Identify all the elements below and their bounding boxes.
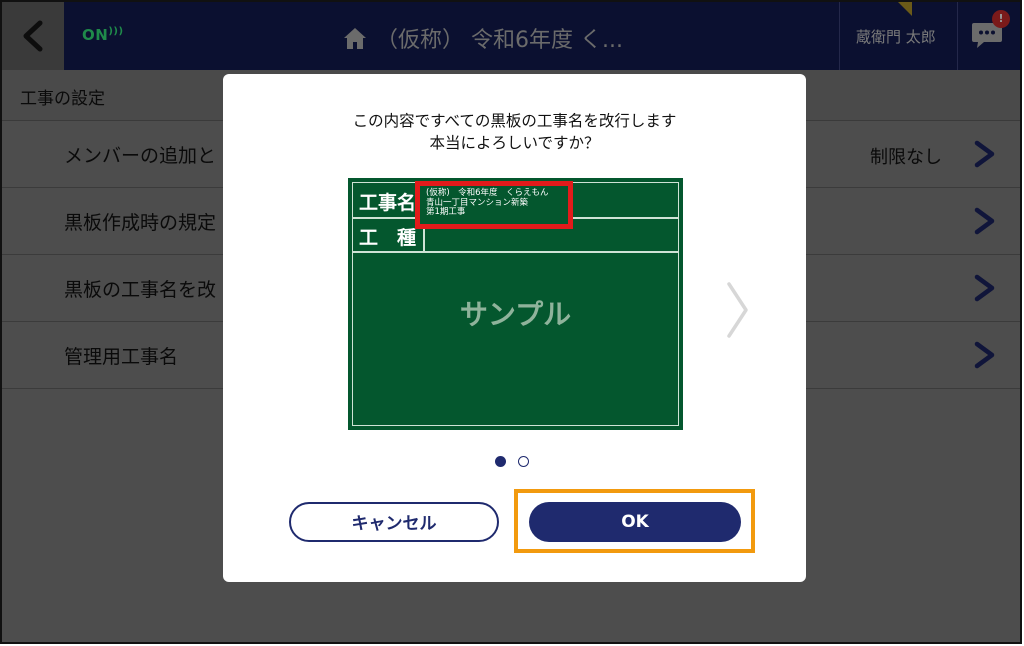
board-divider [353, 251, 678, 253]
carousel-next-icon[interactable] [725, 280, 751, 340]
notification-badge: ! [992, 10, 1010, 28]
chevron-right-icon [974, 140, 995, 168]
user-menu[interactable]: 蔵衛門 太郎 [839, 2, 958, 70]
chevron-left-icon [23, 20, 43, 52]
page-dot-1[interactable] [495, 456, 506, 467]
settings-row-label: 黒板作成時の規定 [64, 212, 217, 234]
wifi-icon: ))) [108, 26, 124, 37]
back-button[interactable] [2, 2, 64, 70]
chat-button[interactable]: ! [957, 2, 1020, 70]
settings-row-label: 管理用工事名 [64, 346, 179, 368]
blackboard-preview: 工事名 工 種 (仮称) 令和6年度 くらえもん 青山一丁目マンション新築 第1… [348, 178, 683, 430]
top-bar: ON))) （仮称） 令和6年度 く... 蔵衛門 太郎 ! [2, 2, 1020, 70]
sample-watermark: サンプル [459, 298, 572, 331]
page-title: （仮称） 令和6年度 く... [342, 22, 623, 54]
dialog-message: この内容ですべての黒板の工事名を改行します 本当によろしいですか？ [223, 110, 806, 154]
ok-button[interactable]: OK [529, 502, 741, 542]
confirm-dialog: この内容ですべての黒板の工事名を改行します 本当によろしいですか？ 工事名 工 … [223, 74, 806, 582]
construction-name-line3: 第1期工事 [426, 207, 466, 217]
construction-name-highlight: (仮称) 令和6年度 くらえもん 青山一丁目マンション新築 第1期工事 [415, 181, 573, 229]
dialog-message-line2: 本当によろしいですか？ [429, 134, 600, 152]
status-label: ON [82, 26, 109, 44]
chevron-right-icon [974, 207, 995, 235]
blackboard-frame: 工事名 工 種 (仮称) 令和6年度 くらえもん 青山一丁目マンション新築 第1… [352, 181, 679, 426]
section-title: 工事の設定 [20, 89, 105, 109]
home-icon [344, 28, 366, 49]
cancel-button[interactable]: キャンセル [289, 502, 499, 542]
chevron-right-icon [974, 274, 995, 302]
pagination-dots [495, 456, 529, 467]
dialog-message-line1: この内容ですべての黒板の工事名を改行します [352, 112, 677, 130]
project-title: （仮称） 令和6年度 く... [376, 28, 623, 53]
connection-status: ON))) [82, 26, 124, 44]
app-frame: ON))) （仮称） 令和6年度 く... 蔵衛門 太郎 ! 工事の設定 メンバ… [0, 0, 1022, 644]
board-label-work-type: 工 種 [359, 227, 417, 249]
settings-row-label: 黒板の工事名を改 [64, 279, 217, 301]
construction-name-text: (仮称) 令和6年度 くらえもん 青山一丁目マンション新築 第1期工事 [426, 188, 549, 218]
board-label-construction-name: 工事名 [359, 192, 417, 214]
chevron-right-icon [974, 341, 995, 369]
user-name: 蔵衛門 太郎 [856, 28, 936, 46]
settings-row-label: メンバーの追加と [64, 145, 217, 167]
page-dot-2[interactable] [518, 456, 529, 467]
settings-row-value: 制限なし [870, 147, 942, 168]
